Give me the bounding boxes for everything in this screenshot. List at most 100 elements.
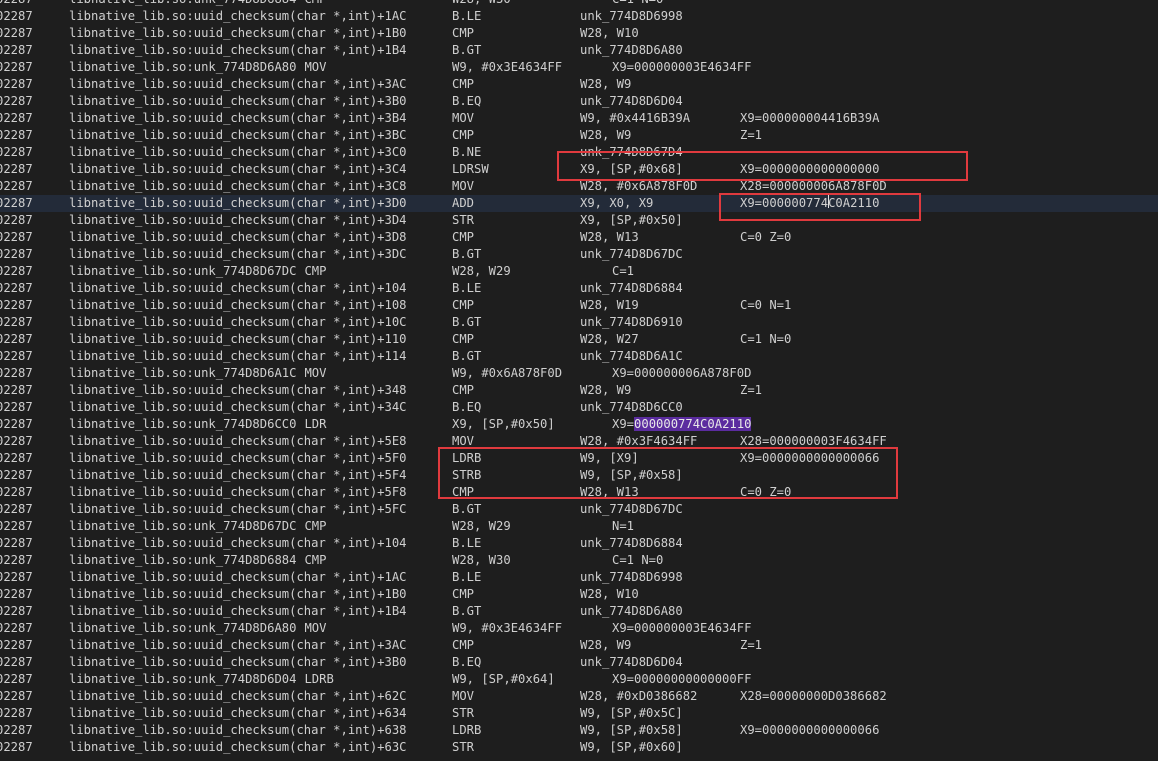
trace-line[interactable]: 02287 libnative_lib.so:unk_774D8D67DC CMP W…: [0, 263, 1158, 280]
address-text: libnative_lib.so:uuid_checksum(char *,in…: [69, 502, 407, 516]
trace-line[interactable]: 02287 libnative_lib.so:uuid_checksum(char…: [0, 93, 1158, 110]
trace-line[interactable]: 02287 libnative_lib.so:uuid_checksum(char…: [0, 195, 1158, 212]
address-label: libnative_lib.so:unk_774D8D67DC CMP: [69, 518, 326, 535]
trace-line[interactable]: 02287 libnative_lib.so:uuid_checksum(char…: [0, 688, 1158, 705]
trace-line[interactable]: 02287 libnative_lib.so:uuid_checksum(char…: [0, 467, 1158, 484]
trace-line[interactable]: 02287 libnative_lib.so:unk_774D8D6D04 LDRB…: [0, 671, 1158, 688]
mnemonic: B.LE: [452, 281, 482, 295]
thread-id: 02287: [0, 502, 33, 516]
register-state: X9=000000006A878F0D: [612, 366, 752, 380]
trace-line[interactable]: 02287 libnative_lib.so:unk_774D8D6884 CMP W…: [0, 552, 1158, 569]
trace-line[interactable]: 02287 libnative_lib.so:uuid_checksum(char…: [0, 76, 1158, 93]
trace-line[interactable]: 02287 libnative_lib.so:uuid_checksum(char…: [0, 654, 1158, 671]
selected-value[interactable]: 000000774C0A2110: [634, 417, 752, 431]
mnemonic: CMP: [452, 383, 475, 397]
address-text: libnative_lib.so:uuid_checksum(char *,in…: [69, 315, 407, 329]
trace-line[interactable]: 02287 libnative_lib.so:uuid_checksum(char…: [0, 212, 1158, 229]
trace-line[interactable]: 02287 libnative_lib.so:unk_774D8D6A1C MOV W…: [0, 365, 1158, 382]
address-label: libnative_lib.so:unk_774D8D6CC0 LDR: [69, 416, 326, 433]
mnemonic: MOV: [452, 689, 475, 703]
trace-line[interactable]: 02287 libnative_lib.so:uuid_checksum(char…: [0, 8, 1158, 25]
trace-line[interactable]: 02287 libnative_lib.so:uuid_checksum(char…: [0, 348, 1158, 365]
register-state: X9=000000774C0A2110: [612, 416, 752, 433]
operands: W28, W9: [580, 77, 632, 91]
mnemonic: STR: [452, 740, 475, 754]
trace-line[interactable]: 02287 libnative_lib.so:uuid_checksum(char…: [0, 569, 1158, 586]
register-state: Z=1: [740, 128, 763, 142]
trace-line[interactable]: 02287 libnative_lib.so:uuid_checksum(char…: [0, 722, 1158, 739]
operands: unk_774D8D6884: [580, 536, 683, 550]
thread-id: 02287: [0, 706, 33, 720]
trace-line[interactable]: 02287 libnative_lib.so:uuid_checksum(char…: [0, 280, 1158, 297]
trace-line[interactable]: 02287 libnative_lib.so:unk_774D8D6A80 MOV W…: [0, 620, 1158, 637]
operands: X9, [SP,#0x50]: [580, 213, 683, 227]
trace-line[interactable]: 02287 libnative_lib.so:uuid_checksum(char…: [0, 586, 1158, 603]
thread-id: 02287: [0, 400, 33, 414]
trace-line[interactable]: 02287 libnative_lib.so:uuid_checksum(char…: [0, 127, 1158, 144]
mnemonic: B.LE: [452, 536, 482, 550]
mnemonic: B.EQ: [452, 400, 482, 414]
thread-id: 02287: [0, 536, 33, 550]
address-text: libnative_lib.so:uuid_checksum(char *,in…: [69, 43, 407, 57]
address-text: libnative_lib.so:uuid_checksum(char *,in…: [69, 281, 407, 295]
mnemonic: B.GT: [452, 349, 482, 363]
address-text: libnative_lib.so:uuid_checksum(char *,in…: [69, 655, 407, 669]
trace-line[interactable]: 02287 libnative_lib.so:unk_774D8D67DC CMP W…: [0, 518, 1158, 535]
thread-id: 02287: [0, 366, 33, 380]
address-text: libnative_lib.so:uuid_checksum(char *,in…: [69, 740, 407, 754]
trace-line[interactable]: 02287 libnative_lib.so:uuid_checksum(char…: [0, 178, 1158, 195]
trace-line[interactable]: 02287 libnative_lib.so:uuid_checksum(char…: [0, 314, 1158, 331]
trace-line[interactable]: 02287 libnative_lib.so:uuid_checksum(char…: [0, 297, 1158, 314]
trace-line[interactable]: 02287 libnative_lib.so:uuid_checksum(char…: [0, 144, 1158, 161]
mnemonic: CMP: [452, 485, 475, 499]
register-state: C=1 N=0: [612, 553, 664, 567]
trace-line[interactable]: 02287 libnative_lib.so:uuid_checksum(char…: [0, 331, 1158, 348]
address-label: libnative_lib.so:uuid_checksum(char *,in…: [69, 314, 407, 331]
operands: unk_774D8D6A80: [580, 604, 683, 618]
operands: unk_774D8D6A80: [580, 43, 683, 57]
operands: W28, W30: [452, 553, 511, 567]
trace-line[interactable]: 02287 libnative_lib.so:uuid_checksum(char…: [0, 399, 1158, 416]
operands: W28, W19: [580, 298, 639, 312]
trace-line[interactable]: 02287 libnative_lib.so:uuid_checksum(char…: [0, 110, 1158, 127]
trace-listing[interactable]: 02287 libnative_lib.so:unk_774D8D6884 CMP W…: [0, 0, 1158, 756]
trace-line[interactable]: 02287 libnative_lib.so:uuid_checksum(char…: [0, 246, 1158, 263]
trace-line[interactable]: 02287 libnative_lib.so:uuid_checksum(char…: [0, 382, 1158, 399]
address-text: libnative_lib.so:unk_774D8D67DC: [69, 519, 297, 533]
trace-line[interactable]: 02287 libnative_lib.so:uuid_checksum(char…: [0, 501, 1158, 518]
operands: W28, W9: [580, 128, 632, 142]
address-text: libnative_lib.so:uuid_checksum(char *,in…: [69, 468, 407, 482]
address-text: libnative_lib.so:uuid_checksum(char *,in…: [69, 179, 407, 193]
mnemonic: LDRSW: [452, 162, 489, 176]
address-text: libnative_lib.so:uuid_checksum(char *,in…: [69, 638, 407, 652]
mnemonic: CMP: [452, 332, 475, 346]
trace-line[interactable]: 02287 libnative_lib.so:uuid_checksum(char…: [0, 433, 1158, 450]
trace-line[interactable]: 02287 libnative_lib.so:uuid_checksum(char…: [0, 161, 1158, 178]
trace-line[interactable]: 02287 libnative_lib.so:uuid_checksum(char…: [0, 739, 1158, 756]
address-label: libnative_lib.so:uuid_checksum(char *,in…: [69, 93, 407, 110]
thread-id: 02287: [0, 264, 33, 278]
trace-line[interactable]: 02287 libnative_lib.so:unk_774D8D6884 CMP W…: [0, 0, 1158, 8]
thread-id: 02287: [0, 298, 33, 312]
address-label: libnative_lib.so:uuid_checksum(char *,in…: [69, 280, 407, 297]
trace-line[interactable]: 02287 libnative_lib.so:unk_774D8D6A80 MOV W…: [0, 59, 1158, 76]
trace-line[interactable]: 02287 libnative_lib.so:uuid_checksum(char…: [0, 25, 1158, 42]
mnemonic: CMP: [452, 128, 475, 142]
trace-line[interactable]: 02287 libnative_lib.so:unk_774D8D6CC0 LDR X…: [0, 416, 1158, 433]
trace-line[interactable]: 02287 libnative_lib.so:uuid_checksum(char…: [0, 484, 1158, 501]
address-text: libnative_lib.so:uuid_checksum(char *,in…: [69, 111, 407, 125]
trace-line[interactable]: 02287 libnative_lib.so:uuid_checksum(char…: [0, 42, 1158, 59]
thread-id: 02287: [0, 434, 33, 448]
trace-line[interactable]: 02287 libnative_lib.so:uuid_checksum(char…: [0, 450, 1158, 467]
trace-line[interactable]: 02287 libnative_lib.so:uuid_checksum(char…: [0, 637, 1158, 654]
thread-id: 02287: [0, 213, 33, 227]
address-label: libnative_lib.so:uuid_checksum(char *,in…: [69, 229, 407, 246]
trace-line[interactable]: 02287 libnative_lib.so:uuid_checksum(char…: [0, 603, 1158, 620]
trace-line[interactable]: 02287 libnative_lib.so:uuid_checksum(char…: [0, 705, 1158, 722]
trace-line[interactable]: 02287 libnative_lib.so:uuid_checksum(char…: [0, 229, 1158, 246]
address-label: libnative_lib.so:uuid_checksum(char *,in…: [69, 42, 407, 59]
trace-line[interactable]: 02287 libnative_lib.so:uuid_checksum(char…: [0, 535, 1158, 552]
address-label: libnative_lib.so:uuid_checksum(char *,in…: [69, 161, 407, 178]
address-label: libnative_lib.so:uuid_checksum(char *,in…: [69, 467, 407, 484]
address-label: libnative_lib.so:uuid_checksum(char *,in…: [69, 25, 407, 42]
